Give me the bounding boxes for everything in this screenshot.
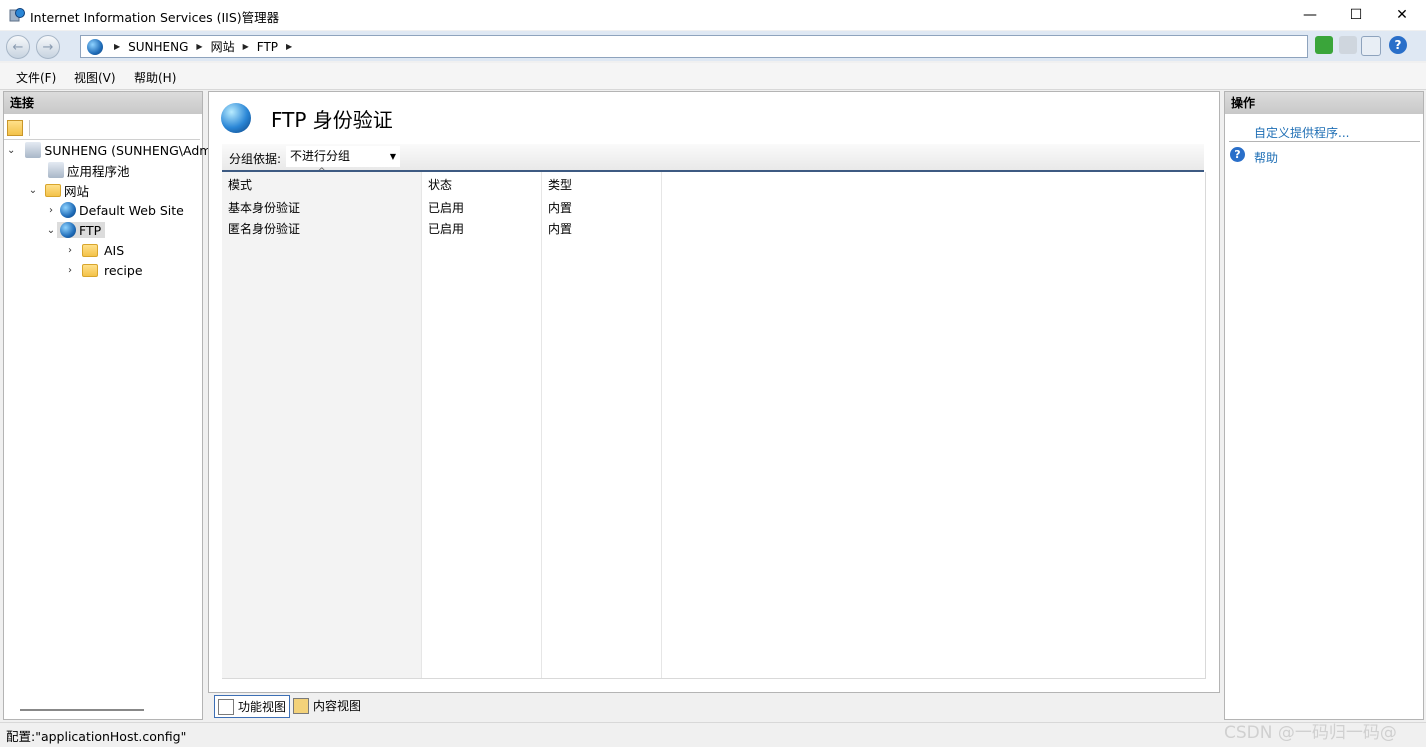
page-title: FTP 身份验证 xyxy=(271,108,393,132)
column-divider xyxy=(541,172,542,678)
forward-arrow-icon: → xyxy=(42,39,54,55)
globe-icon xyxy=(60,222,76,238)
group-by-value: 不进行分组 xyxy=(290,149,351,163)
toolbar-divider xyxy=(29,120,30,136)
breadcrumb-chevron-icon: ▶ xyxy=(114,42,121,51)
back-button[interactable]: ← xyxy=(6,35,30,59)
globe-icon xyxy=(60,202,76,218)
ftp-globe-icon xyxy=(221,103,251,133)
tree-node-recipe[interactable]: › recipe xyxy=(5,260,201,280)
forward-button[interactable]: → xyxy=(36,35,60,59)
tree-label: AIS xyxy=(104,242,125,258)
breadcrumb-item-ftp[interactable]: FTP xyxy=(257,40,278,54)
app-pool-icon xyxy=(48,162,64,178)
tree-selection-highlight: FTP xyxy=(57,222,106,238)
connections-toolbar xyxy=(4,117,200,140)
breadcrumb-chevron-icon: ▶ xyxy=(242,42,249,51)
chevron-right-icon[interactable]: › xyxy=(45,205,57,216)
connect-icon[interactable] xyxy=(7,120,23,136)
tree-label: 网站 xyxy=(64,183,90,199)
table-cell-type: 内置 xyxy=(548,222,573,236)
sites-icon xyxy=(45,183,61,197)
table-cell-mode[interactable]: 基本身份验证 xyxy=(228,199,300,216)
menu-bar xyxy=(0,63,1426,90)
group-by-select[interactable]: 不进行分组 ▼ xyxy=(286,146,400,167)
chevron-right-icon[interactable]: › xyxy=(64,245,76,256)
menu-file[interactable]: 文件(F) xyxy=(16,69,56,86)
stop-icon[interactable] xyxy=(1339,36,1357,54)
home-icon[interactable] xyxy=(1361,36,1381,56)
tree-node-ftp[interactable]: ⌄ FTP xyxy=(5,220,201,240)
breadcrumb-item-sites[interactable]: 网站 xyxy=(211,38,235,55)
status-bar xyxy=(0,722,1426,747)
tab-features-view[interactable]: 功能视图 xyxy=(214,695,290,718)
close-button[interactable]: ✕ xyxy=(1379,0,1425,30)
refresh-icon[interactable] xyxy=(1315,36,1333,54)
breadcrumb-item-server[interactable]: SUNHENG xyxy=(128,40,188,54)
back-arrow-icon: ← xyxy=(12,39,24,55)
window-title: Internet Information Services (IIS)管理器 xyxy=(30,10,280,25)
tree-node-app-pools[interactable]: 应用程序池 xyxy=(5,160,201,180)
chevron-down-icon[interactable]: ⌄ xyxy=(27,185,39,196)
tree-node-server[interactable]: ⌄ SUNHENG (SUNHENG\Adm xyxy=(5,140,211,160)
column-divider xyxy=(421,172,422,678)
connections-title: 连接 xyxy=(4,92,202,114)
iis-app-icon xyxy=(9,7,25,23)
address-bar[interactable]: ▶ SUNHENG ▶ 网站 ▶ FTP ▶ xyxy=(80,35,1308,58)
features-view-icon xyxy=(218,698,234,715)
tree-label: Default Web Site xyxy=(79,202,184,218)
minimize-button[interactable]: — xyxy=(1287,0,1333,30)
column-header-mode[interactable]: 模式 xyxy=(228,176,252,193)
chevron-down-icon[interactable]: ⌄ xyxy=(7,145,15,156)
tab-label: 功能视图 xyxy=(238,700,287,714)
actions-panel: 操作 xyxy=(1224,91,1424,720)
tree-label: recipe xyxy=(104,262,143,278)
folder-icon xyxy=(82,263,98,277)
breadcrumb-chevron-icon: ▶ xyxy=(196,42,203,51)
table-cell-mode[interactable]: 匿名身份验证 xyxy=(228,220,300,237)
maximize-button[interactable]: ☐ xyxy=(1333,0,1379,30)
table-cell-status: 已启用 xyxy=(428,222,465,236)
chevron-down-icon[interactable]: ⌄ xyxy=(45,225,57,236)
tree-label: SUNHENG (SUNHENG\Adm xyxy=(44,142,212,158)
tab-label: 内容视图 xyxy=(313,699,362,713)
custom-providers-link[interactable]: 自定义提供程序... xyxy=(1254,124,1349,141)
title-bar: Internet Information Services (IIS)管理器 —… xyxy=(0,0,1426,30)
tree-node-default-web-site[interactable]: › Default Web Site xyxy=(5,200,201,220)
dropdown-arrow-icon: ▼ xyxy=(389,152,396,161)
sort-ascending-icon: ^ xyxy=(318,167,326,177)
tree-node-ais[interactable]: › AIS xyxy=(5,240,201,260)
menu-view[interactable]: 视图(V) xyxy=(74,69,116,86)
folder-icon xyxy=(82,243,98,257)
group-by-label: 分组依据: xyxy=(229,152,282,166)
table-cell-status: 已启用 xyxy=(428,201,465,215)
column-divider xyxy=(661,172,662,678)
tree-label: 应用程序池 xyxy=(67,163,130,179)
tree-node-sites[interactable]: ⌄ 网站 xyxy=(5,180,201,200)
globe-icon xyxy=(87,38,103,55)
tab-content-view[interactable]: 内容视图 xyxy=(290,695,362,716)
help-link[interactable]: 帮助 xyxy=(1254,149,1278,166)
help-icon: ? xyxy=(1230,147,1245,162)
column-header-status[interactable]: 状态 xyxy=(428,176,452,193)
breadcrumb-chevron-icon: ▶ xyxy=(286,42,293,51)
menu-help[interactable]: 帮助(H) xyxy=(134,69,176,86)
column-header-type[interactable]: 类型 xyxy=(548,176,572,193)
help-icon[interactable]: ? xyxy=(1389,36,1407,54)
horizontal-scrollbar[interactable] xyxy=(20,709,144,711)
server-icon xyxy=(25,142,42,158)
sorted-column-background xyxy=(222,172,421,678)
tree-label: FTP xyxy=(79,222,102,238)
connections-tree: ⌄ SUNHENG (SUNHENG\Adm 应用程序池 ⌄ 网站 › Defa… xyxy=(5,140,211,280)
actions-title: 操作 xyxy=(1225,92,1423,114)
content-view-icon xyxy=(293,697,309,714)
status-text: 配置:"applicationHost.config" xyxy=(6,729,187,744)
actions-divider xyxy=(1229,141,1420,142)
chevron-right-icon[interactable]: › xyxy=(64,265,76,276)
table-cell-type: 内置 xyxy=(548,201,573,215)
watermark: CSDN @一码归一码@ xyxy=(1224,723,1397,743)
